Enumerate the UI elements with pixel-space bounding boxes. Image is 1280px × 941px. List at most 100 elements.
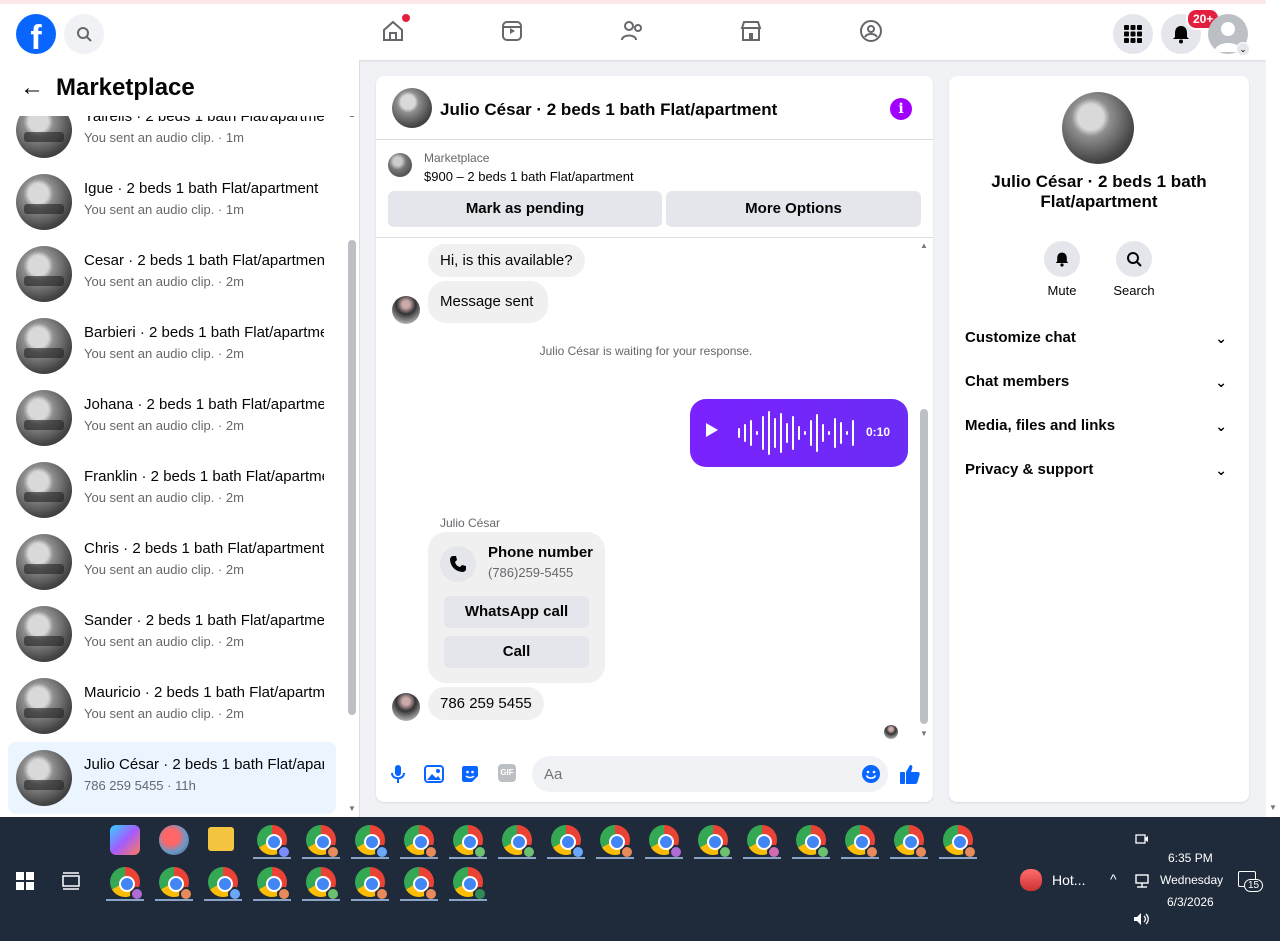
audio-clip-bubble[interactable]: 0:10 (690, 399, 908, 467)
chrome-window-icon[interactable] (943, 825, 977, 859)
chrome-window-icon[interactable] (502, 825, 536, 859)
chrome-window-icon[interactable] (404, 825, 438, 859)
conversation-item[interactable]: Mauricio · 2 beds 1 bath Flat/apartment Y… (8, 670, 336, 742)
chat-scroll-thumb[interactable] (920, 409, 928, 724)
message-input[interactable] (532, 756, 888, 792)
chrome-window-icon[interactable] (600, 825, 634, 859)
network-icon[interactable] (1133, 874, 1151, 888)
conversation-item[interactable]: Sander · 2 beds 1 bath Flat/apartment You… (8, 598, 336, 670)
video-nav-button[interactable] (499, 18, 525, 44)
row-label: Media, files and links (965, 417, 1116, 434)
chrome-window-icon[interactable] (257, 867, 291, 901)
chrome-window-icon[interactable] (453, 825, 487, 859)
running-indicator (302, 899, 340, 901)
conversation-snippet: You sent an audio clip. · 2m (84, 490, 244, 505)
chat-members-row[interactable]: Chat members ⌄ (965, 364, 1233, 400)
running-indicator (351, 857, 389, 859)
whatsapp-call-button[interactable]: WhatsApp call (444, 596, 589, 628)
volume-icon[interactable] (1133, 912, 1151, 926)
customize-chat-row[interactable]: Customize chat ⌄ (965, 320, 1233, 356)
sender-avatar[interactable] (392, 296, 420, 324)
chrome-window-icon[interactable] (110, 867, 144, 901)
chrome-window-icon[interactable] (796, 825, 830, 859)
mute-button[interactable]: Mute (1032, 241, 1092, 298)
meet-now-icon[interactable] (1135, 832, 1149, 846)
sidebar-scrollbar[interactable]: ▲ ▼ (346, 110, 358, 817)
profile-name[interactable]: Julio César · 2 beds 1 bath Flat/apartme… (979, 172, 1219, 212)
friends-nav-button[interactable] (619, 18, 645, 44)
search-button[interactable] (64, 14, 104, 54)
chrome-window-icon[interactable] (551, 825, 585, 859)
chrome-window-icon[interactable] (306, 825, 340, 859)
chrome-window-icon[interactable] (453, 867, 487, 901)
clock-date[interactable]: 6/3/2026 (1167, 895, 1214, 909)
conversation-item[interactable]: Barbieri · 2 beds 1 bath Flat/apartment Y… (8, 310, 336, 382)
photo-icon[interactable] (422, 762, 446, 786)
chrome-window-icon[interactable] (747, 825, 781, 859)
more-options-button[interactable]: More Options (666, 191, 921, 227)
chrome-window-icon[interactable] (355, 825, 389, 859)
sidebar-scroll-thumb[interactable] (348, 240, 356, 715)
conversation-item[interactable]: Johana · 2 beds 1 bath Flat/apartment You… (8, 382, 336, 454)
weather-label[interactable]: Hot... (1052, 872, 1085, 888)
emoji-icon[interactable] (859, 762, 883, 786)
file-explorer-icon[interactable] (208, 827, 234, 851)
sticker-icon[interactable] (458, 762, 482, 786)
clock-time[interactable]: 6:35 PM (1168, 851, 1213, 865)
chrome-window-icon[interactable] (306, 867, 340, 901)
scroll-down-icon[interactable]: ▼ (1269, 803, 1277, 812)
chat-avatar[interactable] (392, 88, 432, 128)
facebook-logo-icon[interactable]: f (16, 14, 56, 54)
play-icon[interactable] (706, 423, 718, 437)
chat-scrollbar[interactable]: ▲ ▼ (918, 239, 930, 744)
chrome-window-icon[interactable] (208, 867, 242, 901)
chrome-window-icon[interactable] (845, 825, 879, 859)
mark-pending-button[interactable]: Mark as pending (388, 191, 662, 227)
paint-icon[interactable] (159, 825, 189, 855)
menu-button[interactable] (1113, 14, 1153, 54)
thermometer-icon[interactable] (1020, 869, 1042, 891)
scroll-up-icon[interactable]: ▲ (920, 241, 928, 250)
listing-thumbnail[interactable] (388, 153, 412, 177)
home-nav-button[interactable] (380, 14, 410, 44)
listing-price[interactable]: $900 – 2 beds 1 bath Flat/apartment (424, 169, 634, 184)
conversation-item[interactable]: Cesar · 2 beds 1 bath Flat/apartment You … (8, 238, 336, 310)
chrome-window-icon[interactable] (355, 867, 389, 901)
conversation-item[interactable]: Julio César · 2 beds 1 bath Flat/apartme… (8, 742, 336, 814)
info-icon[interactable]: i (890, 98, 912, 120)
chrome-window-icon[interactable] (698, 825, 732, 859)
chrome-window-icon[interactable] (257, 825, 291, 859)
chrome-window-icon[interactable] (894, 825, 928, 859)
chevron-down-icon[interactable]: ⌄ (1236, 42, 1250, 56)
profile-avatar[interactable] (1062, 92, 1134, 164)
back-arrow-icon[interactable]: ← (20, 74, 44, 102)
chrome-window-icon[interactable] (404, 867, 438, 901)
clock-day[interactable]: Wednesday (1160, 873, 1223, 887)
chat-title[interactable]: Julio César · 2 beds 1 bath Flat/apartme… (440, 100, 777, 120)
like-thumbs-up-icon[interactable] (898, 762, 922, 786)
conversation-item[interactable]: Chris · 2 beds 1 bath Flat/apartment You … (8, 526, 336, 598)
media-files-links-row[interactable]: Media, files and links ⌄ (965, 408, 1233, 444)
chevron-up-icon[interactable]: ^ (1110, 871, 1117, 887)
privacy-support-row[interactable]: Privacy & support ⌄ (965, 452, 1233, 488)
gif-icon[interactable]: GIF (498, 764, 516, 782)
groups-nav-button[interactable] (858, 18, 884, 44)
chrome-window-icon[interactable] (649, 825, 683, 859)
chrome-window-icon[interactable] (159, 867, 193, 901)
copilot-icon[interactable] (110, 825, 140, 855)
sender-avatar[interactable] (392, 693, 420, 721)
sidebar-header: ← Marketplace (0, 60, 359, 116)
scroll-down-icon[interactable]: ▼ (920, 729, 928, 738)
windows-start-icon[interactable] (16, 872, 34, 890)
task-view-icon[interactable] (62, 872, 80, 890)
scroll-down-icon[interactable]: ▼ (348, 804, 356, 813)
conversation-item[interactable]: Franklin · 2 beds 1 bath Flat/apartment Y… (8, 454, 336, 526)
page-scrollbar[interactable]: ▼ (1266, 0, 1280, 817)
conversation-item[interactable]: Igue · 2 beds 1 bath Flat/apartment You s… (8, 166, 336, 238)
search-chat-button[interactable]: Search (1104, 241, 1164, 298)
conversation-name: Chris · 2 beds 1 bath Flat/apartment (84, 540, 324, 557)
chat-window: Julio César · 2 beds 1 bath Flat/apartme… (376, 76, 933, 802)
microphone-icon[interactable] (386, 762, 410, 786)
marketplace-nav-button[interactable] (738, 18, 764, 44)
call-button[interactable]: Call (444, 636, 589, 668)
